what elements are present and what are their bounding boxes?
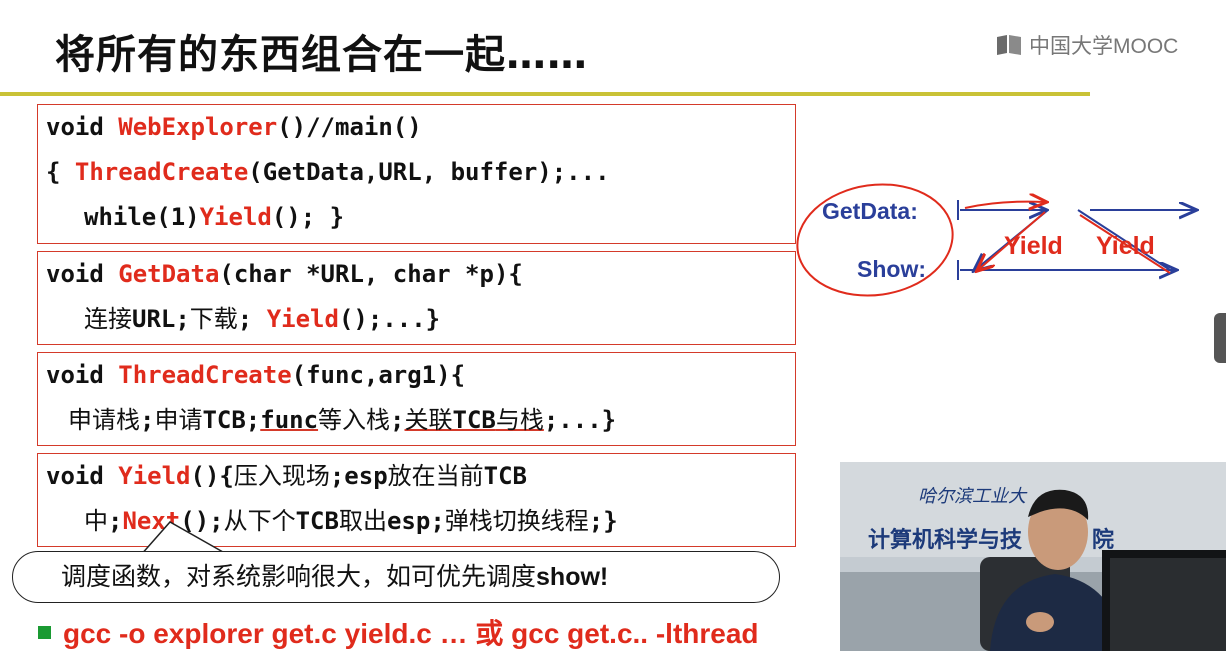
code-token: esp; [386, 507, 445, 535]
book-icon [995, 33, 1023, 57]
code-token-underlined: TCB [452, 406, 496, 434]
code-line: { ThreadCreate(GetData,URL, buffer);... [46, 150, 795, 195]
code-line: 连接URL;下载; Yield();...} [46, 297, 795, 342]
title-divider [0, 92, 1090, 96]
code-token: 申请 [154, 406, 203, 434]
code-token: 等入栈 [318, 406, 391, 434]
code-token: ();...} [338, 305, 441, 333]
code-token: void [46, 361, 119, 389]
code-token: { [46, 158, 75, 186]
code-token: (func,arg1){ [291, 361, 466, 389]
code-token: Yield [266, 305, 339, 333]
callout-bold-text: show! [536, 563, 609, 591]
gcc-command-text: gcc -o explorer get.c yield.c … 或 gcc ge… [63, 618, 759, 649]
code-token: ;} [588, 507, 618, 535]
code-token: TCB [295, 507, 339, 535]
callout-bubble: 调度函数，对系统影响很大，如可优先调度show! [12, 551, 780, 603]
code-line: 申请栈;申请TCB;func等入栈;关联TCB与栈;...} [46, 398, 795, 443]
code-token-underlined: 关联 [404, 406, 453, 434]
yield-label-2: Yield [1096, 232, 1155, 260]
code-token: ThreadCreate [118, 361, 292, 389]
code-token: (char *URL, char *p){ [219, 260, 523, 288]
code-token: Yield [199, 203, 272, 231]
code-token: (); } [271, 203, 345, 231]
code-token: ThreadCreate [74, 158, 249, 186]
video-sign-text: 计算机科学与技 [868, 528, 1023, 553]
code-box-threadcreate: void ThreadCreate(func,arg1){ 申请栈;申请TCB;… [37, 352, 796, 446]
gcc-command-bullet: gcc -o explorer get.c yield.c … 或 gcc ge… [38, 612, 759, 652]
code-token: TCB [483, 462, 528, 490]
slide-title: 将所有的东西组合在一起…… [55, 32, 588, 78]
code-token: WebExplorer [118, 113, 278, 141]
code-line: void Yield(){压入现场;esp放在当前TCB [46, 454, 795, 499]
code-line: void ThreadCreate(func,arg1){ [46, 353, 795, 398]
mooc-logo-text: 中国大学MOOC [1029, 35, 1179, 58]
code-token: 放在当前 [387, 462, 484, 490]
code-token: 弹栈切换线程 [444, 507, 589, 535]
code-line: void GetData(char *URL, char *p){ [46, 252, 795, 297]
video-school-text: 哈尔滨工业大 [918, 486, 1026, 507]
code-token: ; [140, 406, 155, 434]
code-token: (){ [190, 462, 234, 490]
code-token: ;esp [329, 462, 388, 490]
code-token: void [46, 260, 119, 288]
callout-text: 调度函数，对系统影响很大，如可优先调度 [61, 562, 537, 591]
code-token: URL; [132, 305, 190, 333]
bullet-square-icon [38, 625, 51, 639]
code-token: ; [237, 305, 267, 333]
show-thread-label: Show: [857, 256, 926, 282]
code-token: 中 [84, 507, 108, 535]
code-box-getdata: void GetData(char *URL, char *p){ 连接URL;… [37, 251, 796, 345]
lecturer-video: 哈尔滨工业大 计算机科学与技 院 [840, 462, 1226, 651]
code-token: 压入现场 [233, 462, 330, 490]
code-token: TCB; [202, 406, 261, 434]
code-line: while(1)Yield(); } [46, 195, 795, 240]
code-token-underlined: func [260, 406, 319, 434]
video-sign-tail: 院 [1092, 528, 1115, 553]
yield-label-1: Yield [1004, 232, 1063, 260]
code-token: ;...} [543, 406, 617, 434]
code-token: void [46, 462, 119, 490]
code-token: ; [390, 406, 405, 434]
getdata-thread-label: GetData: [822, 198, 918, 224]
code-box-webexplorer: void WebExplorer()//main() { ThreadCreat… [37, 104, 796, 244]
code-token-underlined: 与栈 [495, 406, 544, 434]
code-line: void WebExplorer()//main() [46, 105, 795, 150]
code-token: Yield [118, 462, 191, 490]
video-scene [840, 462, 1226, 651]
code-token: GetData [118, 260, 220, 288]
code-token: 申请栈 [68, 406, 140, 434]
code-token: 连接 [84, 305, 132, 333]
code-token: 下载 [189, 305, 238, 333]
code-token: 取出 [338, 507, 387, 535]
side-panel-toggle[interactable] [1214, 313, 1226, 363]
code-token: while(1) [84, 203, 200, 231]
thread-switch-diagram: GetData: Show: Yield Yield [790, 170, 1220, 310]
code-token: void [46, 113, 119, 141]
mooc-logo: 中国大学MOOC [995, 30, 1178, 60]
code-token: (GetData,URL, buffer);... [248, 158, 610, 186]
code-token: ()//main() [277, 113, 422, 141]
